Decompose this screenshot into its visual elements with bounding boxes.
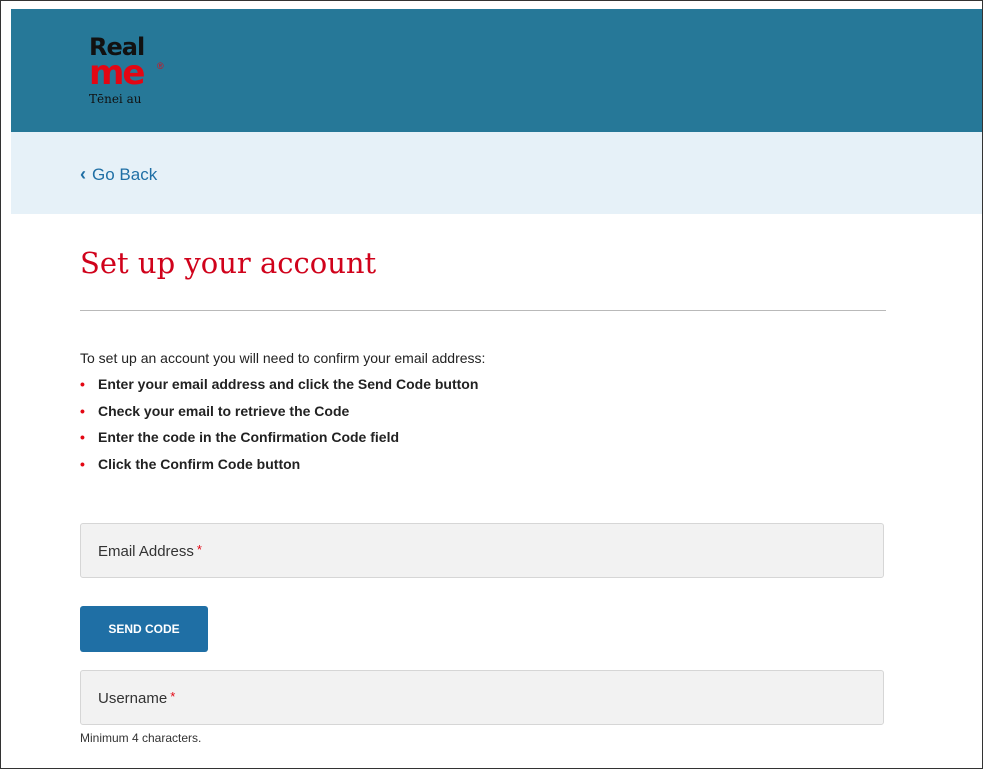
send-code-button[interactable]: SEND CODE [80,606,208,652]
bullet-icon: • [80,402,85,419]
instruction-step: • Enter the code in the Confirmation Cod… [80,428,478,455]
bullet-icon: • [80,455,85,472]
realme-logo[interactable]: Real me ® Tēnei au [89,35,169,125]
instruction-step: • Enter your email address and click the… [80,375,478,402]
step-text: Check your email to retrieve the Code [98,402,350,419]
logo-registered-mark: ® [157,61,164,71]
instruction-step: • Click the Confirm Code button [80,455,478,482]
page-frame: Real me ® Tēnei au ‹ Go Back Set up your … [0,0,983,769]
back-navigation-bar: ‹ Go Back [11,132,982,214]
email-input[interactable] [81,524,883,577]
logo-me-text: me [89,53,145,93]
email-field[interactable]: Email Address * [80,523,884,578]
chevron-left-icon: ‹ [80,164,86,184]
site-header: Real me ® Tēnei au [11,9,982,132]
go-back-label: Go Back [92,165,158,184]
logo-tagline: Tēnei au [89,92,142,106]
title-divider [80,310,886,311]
bullet-icon: • [80,376,85,392]
instruction-step: • Check your email to retrieve the Code [80,402,478,429]
instruction-steps: • Enter your email address and click the… [80,375,478,481]
username-hint: Minimum 4 characters. [80,731,202,745]
bullet-icon: • [80,429,85,445]
step-text: Enter your email address and click the S… [98,376,479,392]
username-input[interactable] [81,671,883,724]
intro-text: To set up an account you will need to co… [80,350,486,366]
step-text: Enter the code in the Confirmation Code … [98,429,400,445]
page-title: Set up your account [80,246,377,280]
go-back-link[interactable]: ‹ Go Back [80,164,157,185]
step-text: Click the Confirm Code button [98,455,301,472]
username-field[interactable]: Username * [80,670,884,725]
